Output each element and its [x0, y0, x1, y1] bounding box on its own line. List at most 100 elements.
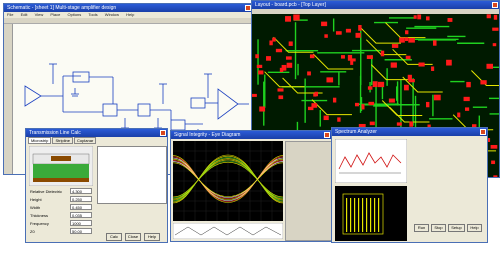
pcb-pad	[426, 16, 430, 21]
pcb-pad	[266, 56, 272, 61]
analyzer-titlebar: Spectrum Analyzer	[332, 128, 487, 136]
setup-button[interactable]: Setup	[448, 224, 465, 232]
pcb-pad	[367, 86, 373, 90]
pcb-pad	[492, 27, 499, 31]
pcb-pad	[433, 40, 437, 46]
pcb-pad	[309, 54, 315, 59]
close-icon[interactable]	[160, 130, 166, 136]
pcb-pad	[480, 80, 487, 85]
help-button[interactable]: Help	[144, 233, 160, 241]
pcb-pad	[466, 81, 471, 88]
scope-side-panel[interactable]	[285, 141, 331, 241]
pcb-pad	[368, 101, 375, 106]
help-button[interactable]: Help	[467, 224, 482, 232]
pcb-pad	[493, 175, 498, 177]
menu-help[interactable]: Help	[126, 12, 134, 17]
field-label: Thickness	[30, 213, 49, 218]
tline-calculator-window: Transmission Line Calc Microstrip Stripl…	[25, 128, 168, 243]
pcb-pad	[405, 30, 409, 35]
analyzer-controls[interactable]	[412, 139, 485, 219]
pcb-pad	[307, 71, 311, 76]
scope-title: Signal Integrity - Eye Diagram	[174, 132, 241, 138]
pcb-pad	[366, 55, 373, 59]
pcb-pad	[408, 38, 415, 43]
thickness-input[interactable]: 0.035	[70, 212, 92, 218]
pcb-pad	[259, 106, 266, 112]
eye-diagram-plot	[173, 141, 283, 221]
pcb-pad	[278, 95, 284, 100]
pcb-pad	[277, 88, 284, 92]
pcb-pad	[361, 104, 365, 110]
dielectric-input[interactable]: 4.300	[70, 188, 92, 194]
spectrum-bar	[378, 198, 380, 232]
impedance-output: 50.00	[70, 228, 92, 234]
tline-info-panel	[97, 146, 167, 204]
tab-coplanar[interactable]: Coplanar	[74, 137, 97, 144]
field-label: Frequency	[30, 221, 49, 226]
run-button[interactable]: Run	[414, 224, 429, 232]
pcb-pad	[255, 54, 259, 59]
tline-tabs: Microstrip Stripline Coplanar	[28, 137, 97, 144]
pcb-pad	[446, 59, 452, 66]
spectrum-bar	[346, 198, 348, 232]
pcb-pad	[323, 115, 329, 121]
pcb-titlebar: Layout - board.pcb - [Top Layer]	[252, 1, 499, 9]
pcb-title: Layout - board.pcb - [Top Layer]	[255, 2, 326, 8]
pcb-pad	[464, 107, 470, 111]
pcb-pad	[285, 16, 292, 22]
pcb-pad	[390, 62, 397, 68]
spectrum-bar	[362, 198, 364, 232]
pcb-pad	[417, 14, 422, 20]
frequency-input[interactable]: 1000	[70, 220, 92, 226]
pcb-pad	[313, 93, 317, 97]
pcb-pad	[335, 31, 342, 35]
close-button[interactable]: Close	[125, 233, 141, 241]
tab-microstrip[interactable]: Microstrip	[28, 137, 52, 144]
width-input[interactable]: 0.450	[70, 204, 92, 210]
eye-diagram-window: Signal Integrity - Eye Diagram	[170, 130, 332, 242]
pcb-pad	[405, 37, 409, 42]
field-label: Relative Dielectric	[30, 189, 63, 194]
pcb-pad	[431, 66, 435, 71]
pcb-pad	[447, 18, 453, 22]
calc-button[interactable]: Calc	[106, 233, 122, 241]
menu-window[interactable]: Window	[105, 12, 119, 17]
schematic-left-toolbar[interactable]	[4, 24, 13, 174]
pcb-pad	[369, 121, 375, 126]
spectrum-bar	[350, 198, 352, 232]
close-icon[interactable]	[492, 2, 498, 8]
pcb-pad	[345, 28, 351, 33]
height-input[interactable]: 0.250	[70, 196, 92, 202]
pcb-pad	[408, 79, 415, 83]
pcb-pad	[399, 37, 405, 43]
pcb-pad	[493, 14, 498, 20]
menu-file[interactable]: File	[7, 12, 13, 17]
pcb-pad	[433, 94, 441, 101]
close-icon[interactable]	[480, 129, 486, 135]
scope-mini-plot	[173, 223, 283, 239]
close-icon[interactable]	[324, 132, 330, 138]
menu-options[interactable]: Options	[67, 12, 81, 17]
pcb-pad	[491, 160, 496, 165]
pcb-pad	[269, 40, 273, 46]
menu-edit[interactable]: Edit	[21, 12, 28, 17]
pcb-pad	[281, 64, 287, 71]
field-label: Width	[30, 205, 41, 210]
pcb-pad	[332, 97, 337, 103]
pcb-pad	[372, 81, 378, 88]
pcb-pad	[350, 58, 356, 62]
pcb-pad	[293, 14, 300, 21]
stop-button[interactable]: Stop	[431, 224, 446, 232]
tab-stripline[interactable]: Stripline	[52, 137, 73, 144]
pcb-pad	[463, 96, 470, 102]
pcb-pad	[486, 63, 493, 69]
pcb-pad	[355, 32, 361, 38]
pcb-pad	[326, 77, 334, 83]
pcb-pad	[311, 103, 318, 108]
scope-titlebar: Signal Integrity - Eye Diagram	[171, 131, 331, 139]
menu-tools[interactable]: Tools	[88, 12, 97, 17]
menu-view[interactable]: View	[35, 12, 44, 17]
menu-place[interactable]: Place	[50, 12, 60, 17]
pcb-pad	[486, 14, 491, 19]
pcb-pad	[354, 102, 359, 107]
